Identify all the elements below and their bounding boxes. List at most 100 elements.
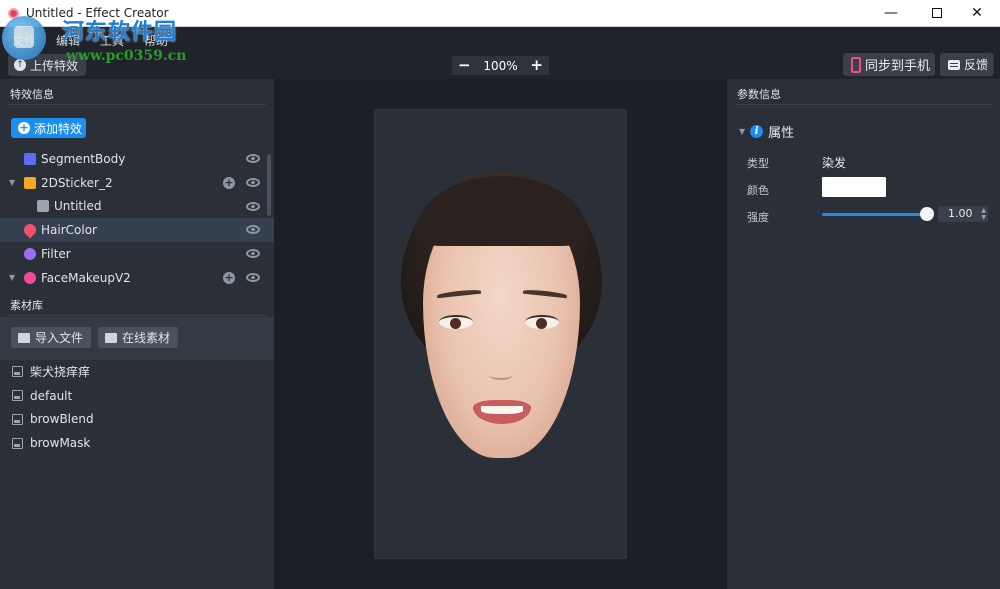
puzzle-icon bbox=[37, 200, 49, 213]
effect-item-facemakeupv2[interactable]: ▼ FaceMakeupV2 + bbox=[0, 266, 274, 290]
online-materials-label: 在线素材 bbox=[122, 331, 171, 345]
menu-file[interactable]: 文件 bbox=[12, 32, 36, 49]
add-effect-button[interactable]: + 添加特效 bbox=[11, 118, 86, 138]
menu-edit[interactable]: 编辑 bbox=[56, 32, 80, 49]
maximize-icon bbox=[932, 8, 942, 18]
properties-panel-header: 参数信息 bbox=[727, 79, 1000, 105]
effect-item-2dsticker[interactable]: ▼ 2DSticker_2 + bbox=[0, 171, 274, 195]
app-logo-icon bbox=[8, 8, 19, 19]
materials-panel-header: 素材库 bbox=[0, 290, 274, 316]
plus-icon: + bbox=[18, 121, 30, 134]
strength-slider-handle[interactable] bbox=[920, 207, 934, 221]
properties-section[interactable]: ▼ i 属性 bbox=[739, 122, 794, 141]
segment-body-icon bbox=[24, 152, 36, 165]
image-icon bbox=[12, 390, 23, 402]
visibility-eye-icon[interactable] bbox=[246, 177, 260, 187]
strength-value: 1.00 bbox=[948, 207, 973, 220]
face-left-eye bbox=[439, 315, 473, 329]
phone-icon bbox=[851, 56, 861, 73]
toolbar: ↑ 上传特效 − 100% + 同步到手机 反馈 bbox=[0, 51, 1000, 79]
type-value: 染发 bbox=[822, 156, 847, 170]
strength-label: 强度 bbox=[747, 211, 769, 224]
visibility-eye-icon[interactable] bbox=[246, 201, 260, 211]
import-file-button[interactable]: 导入文件 bbox=[11, 327, 92, 348]
feedback-label: 反馈 bbox=[964, 58, 989, 72]
properties-panel: 参数信息 ▼ i 属性 类型 染发 颜色 强度 1.00 ▲ ▼ bbox=[727, 79, 1000, 589]
face-nose bbox=[489, 370, 513, 380]
image-icon bbox=[12, 413, 23, 425]
properties-section-title: 属性 bbox=[768, 126, 795, 141]
texture-icon bbox=[12, 366, 23, 378]
effect-item-untitled[interactable]: Untitled bbox=[0, 195, 274, 219]
expand-arrow-icon[interactable]: ▼ bbox=[9, 273, 15, 282]
close-button[interactable]: ✕ bbox=[954, 0, 1000, 27]
menu-help[interactable]: 帮助 bbox=[144, 32, 168, 49]
title-bar: Untitled - Effect Creator — ✕ bbox=[0, 0, 1000, 27]
effect-item-label: HairColor bbox=[41, 223, 97, 238]
strength-spinbox[interactable]: 1.00 ▲ ▼ bbox=[938, 206, 988, 222]
visibility-eye-icon[interactable] bbox=[246, 225, 260, 235]
filter-icon bbox=[24, 248, 36, 261]
add-effect-label: 添加特效 bbox=[34, 121, 83, 136]
material-item-label: browMask bbox=[30, 436, 91, 451]
effect-item-filter[interactable]: Filter bbox=[0, 242, 274, 266]
spin-arrows-icon[interactable]: ▲ ▼ bbox=[981, 207, 986, 221]
effect-item-label: Filter bbox=[41, 247, 71, 262]
visibility-eye-icon[interactable] bbox=[246, 154, 260, 163]
strength-slider-track[interactable] bbox=[822, 213, 928, 216]
makeup-icon bbox=[24, 271, 36, 284]
visibility-eye-icon[interactable] bbox=[246, 249, 260, 259]
feedback-button[interactable]: 反馈 bbox=[940, 53, 994, 76]
materials-toolbar: 导入文件 在线素材 bbox=[0, 317, 274, 360]
color-label: 颜色 bbox=[747, 184, 769, 197]
minimize-button[interactable]: — bbox=[868, 0, 914, 27]
import-icon bbox=[18, 332, 30, 343]
type-label: 类型 bbox=[747, 157, 769, 170]
zoom-in-button[interactable]: + bbox=[530, 57, 543, 74]
expand-arrow-icon[interactable]: ▼ bbox=[9, 178, 15, 187]
material-item[interactable]: browMask bbox=[0, 431, 274, 455]
preview-canvas[interactable] bbox=[374, 109, 627, 559]
color-swatch[interactable] bbox=[822, 177, 886, 197]
online-folder-icon bbox=[105, 332, 117, 343]
sync-to-phone-button[interactable]: 同步到手机 bbox=[843, 53, 935, 76]
image-icon bbox=[12, 437, 23, 449]
feedback-icon bbox=[948, 59, 960, 70]
effect-list: SegmentBody ▼ 2DSticker_2 + Untitled Hai… bbox=[0, 147, 274, 290]
zoom-control: − 100% + bbox=[452, 56, 549, 75]
preview-viewport bbox=[274, 79, 727, 589]
add-child-icon[interactable]: + bbox=[223, 176, 235, 189]
material-item-label: 柴犬挠痒痒 bbox=[30, 365, 91, 380]
material-item[interactable]: browBlend bbox=[0, 408, 274, 432]
left-panel: 特效信息 + 添加特效 SegmentBody ▼ 2DSticker_2 + … bbox=[0, 79, 274, 589]
effect-list-scrollbar[interactable] bbox=[267, 154, 271, 216]
zoom-level: 100% bbox=[483, 58, 518, 73]
face-teeth bbox=[481, 406, 523, 414]
visibility-eye-icon[interactable] bbox=[246, 272, 260, 282]
effect-item-label: FaceMakeupV2 bbox=[41, 270, 131, 285]
effect-item-label: SegmentBody bbox=[41, 151, 126, 166]
effect-item-segmentbody[interactable]: SegmentBody bbox=[0, 147, 274, 171]
upload-effect-button[interactable]: ↑ 上传特效 bbox=[8, 54, 87, 76]
import-file-label: 导入文件 bbox=[35, 331, 84, 345]
sync-to-phone-label: 同步到手机 bbox=[865, 59, 931, 74]
drop-icon bbox=[21, 221, 39, 239]
add-child-icon[interactable]: + bbox=[223, 271, 235, 284]
materials-list: 柴犬挠痒痒 default browBlend browMask bbox=[0, 360, 274, 455]
collapse-arrow-icon[interactable]: ▼ bbox=[739, 127, 745, 136]
online-materials-button[interactable]: 在线素材 bbox=[98, 327, 179, 348]
effect-item-label: 2DSticker_2 bbox=[41, 175, 113, 190]
menu-tools[interactable]: 工具 bbox=[100, 32, 124, 49]
window-title: Untitled - Effect Creator bbox=[26, 6, 169, 20]
zoom-out-button[interactable]: − bbox=[458, 57, 471, 74]
sticker-icon bbox=[24, 176, 36, 189]
effect-item-haircolor[interactable]: HairColor bbox=[0, 218, 274, 243]
upload-icon: ↑ bbox=[14, 59, 26, 71]
material-item-label: browBlend bbox=[30, 412, 94, 427]
face-right-eye bbox=[525, 315, 559, 329]
effect-item-label: Untitled bbox=[54, 199, 102, 214]
material-item[interactable]: 柴犬挠痒痒 bbox=[0, 360, 274, 384]
upload-effect-label: 上传特效 bbox=[30, 58, 79, 73]
face-hair-top bbox=[415, 176, 588, 246]
material-item[interactable]: default bbox=[0, 384, 274, 408]
